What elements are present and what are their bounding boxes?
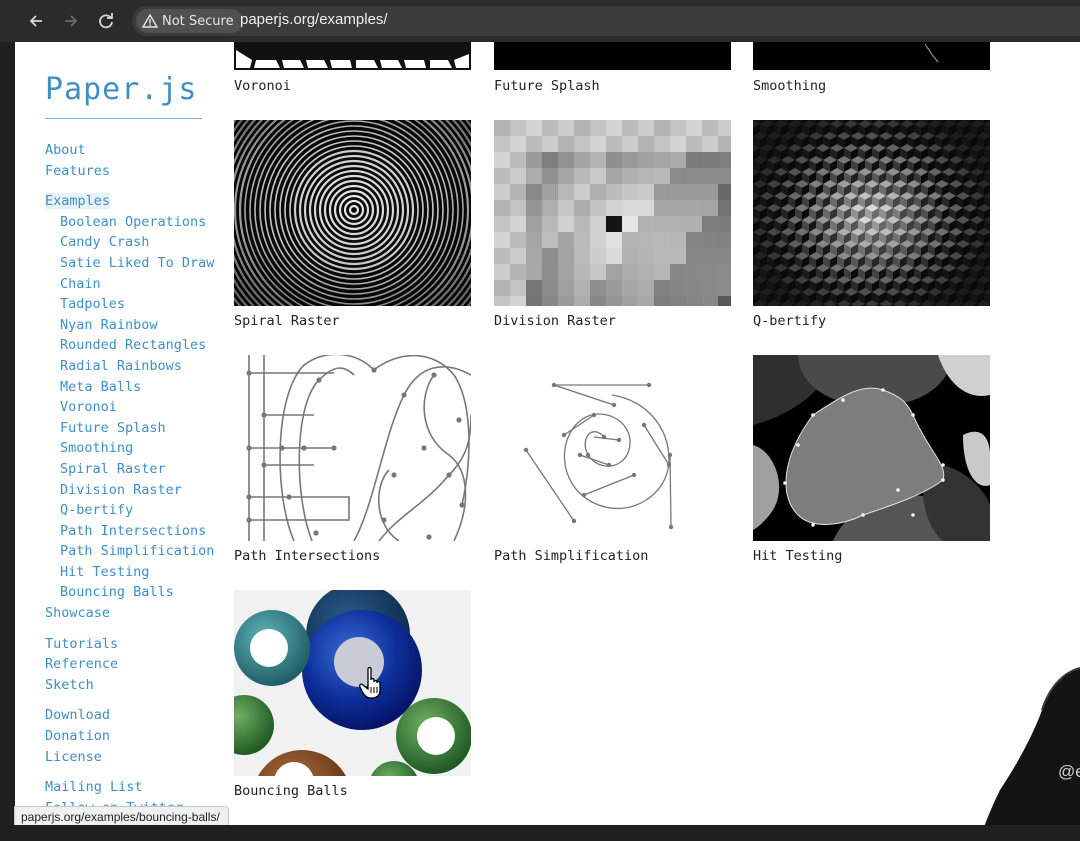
caption-q-bertify[interactable]: Q-bertify — [753, 313, 826, 329]
smoothing-thumbnail — [753, 42, 990, 70]
nav-about[interactable]: About — [45, 140, 235, 161]
example-tile-q-bertify[interactable] — [753, 120, 990, 306]
nav-sketch[interactable]: Sketch — [45, 675, 235, 696]
nav-tutorials[interactable]: Tutorials — [45, 634, 235, 655]
example-tile-path-simplification[interactable] — [494, 355, 731, 541]
nav-example-tadpoles[interactable]: Tadpoles — [45, 294, 235, 315]
nav-example-chain[interactable]: Chain — [45, 274, 235, 295]
nav-example-future-splash[interactable]: Future Splash — [45, 418, 235, 439]
nav-example-rounded-rectangles[interactable]: Rounded Rectangles — [45, 335, 235, 356]
nav-donation[interactable]: Donation — [45, 726, 235, 747]
bouncing-balls-thumbnail — [234, 590, 471, 776]
nav-example-candy-crash[interactable]: Candy Crash — [45, 232, 235, 253]
nav-example-spiral-raster[interactable]: Spiral Raster — [45, 459, 235, 480]
security-chip[interactable]: Not Secure — [136, 9, 243, 33]
window-bottom-edge — [0, 825, 1080, 837]
nav-example-voronoi[interactable]: Voronoi — [45, 397, 235, 418]
hit-testing-thumbnail — [753, 355, 990, 541]
nav-example-boolean-operations[interactable]: Boolean Operations — [45, 212, 235, 233]
nav-examples[interactable]: Examples — [45, 191, 235, 212]
reload-button[interactable] — [95, 10, 117, 32]
spiral-raster-thumbnail — [234, 120, 471, 306]
warning-icon — [142, 13, 158, 28]
nav-example-satie-liked-to-draw[interactable]: Satie Liked To Draw — [45, 253, 235, 274]
webcam-overlay: @e — [980, 650, 1080, 837]
example-tile-spiral-raster[interactable] — [234, 120, 471, 306]
nav-example-division-raster[interactable]: Division Raster — [45, 480, 235, 501]
example-tile-division-raster[interactable] — [494, 120, 731, 306]
arrow-right-icon — [65, 15, 78, 27]
example-tile-voronoi[interactable] — [234, 42, 471, 70]
example-tile-future-splash[interactable] — [494, 42, 731, 70]
site-logo[interactable]: Paper.js — [45, 72, 198, 107]
forward-button[interactable] — [60, 10, 82, 32]
nav-example-smoothing[interactable]: Smoothing — [45, 438, 235, 459]
caption-path-simplification[interactable]: Path Simplification — [494, 548, 648, 564]
nav-example-radial-rainbows[interactable]: Radial Rainbows — [45, 356, 235, 377]
nav-showcase[interactable]: Showcase — [45, 603, 235, 624]
arrow-left-icon — [29, 15, 42, 27]
nav-example-q-bertify[interactable]: Q-bertify — [45, 500, 235, 521]
security-label: Not Secure — [162, 13, 234, 29]
caption-voronoi[interactable]: Voronoi — [234, 78, 291, 94]
reload-icon — [99, 13, 113, 29]
url-text[interactable]: paperjs.org/examples/ — [240, 11, 388, 28]
example-tile-bouncing-balls[interactable] — [234, 590, 471, 776]
nav-example-path-simplification[interactable]: Path Simplification — [45, 541, 235, 562]
nav-example-meta-balls[interactable]: Meta Balls — [45, 377, 235, 398]
path-intersections-thumbnail — [234, 355, 471, 541]
path-simplification-thumbnail — [494, 355, 731, 541]
nav-license[interactable]: License — [45, 747, 235, 768]
back-button[interactable] — [25, 10, 47, 32]
nav-examples-label: Examples — [45, 193, 111, 210]
caption-path-intersections[interactable]: Path Intersections — [234, 548, 380, 564]
caption-future-splash[interactable]: Future Splash — [494, 78, 600, 94]
sidebar-nav: About Features Examples Boolean Operatio… — [45, 140, 235, 818]
nav-example-path-intersections[interactable]: Path Intersections — [45, 521, 235, 542]
web-page: Paper.js About Features Examples Boolean… — [15, 42, 1080, 825]
caption-spiral-raster[interactable]: Spiral Raster — [234, 313, 340, 329]
caption-bouncing-balls[interactable]: Bouncing Balls — [234, 783, 348, 799]
browser-toolbar: Not Secure paperjs.org/examples/ — [0, 0, 1080, 42]
webcam-shirt-text: @e — [1058, 762, 1080, 781]
nav-example-bouncing-balls[interactable]: Bouncing Balls — [45, 582, 235, 603]
division-raster-thumbnail — [494, 120, 731, 306]
nav-example-nyan-rainbow[interactable]: Nyan Rainbow — [45, 315, 235, 336]
caption-smoothing[interactable]: Smoothing — [753, 78, 826, 94]
caption-hit-testing[interactable]: Hit Testing — [753, 548, 842, 564]
nav-features[interactable]: Features — [45, 161, 235, 182]
future-splash-thumbnail — [494, 42, 731, 70]
nav-mailing-list[interactable]: Mailing List — [45, 777, 235, 798]
example-tile-smoothing[interactable] — [753, 42, 990, 70]
nav-reference[interactable]: Reference — [45, 654, 235, 675]
voronoi-thumbnail — [234, 42, 471, 70]
example-tile-hit-testing[interactable] — [753, 355, 990, 541]
nav-download[interactable]: Download — [45, 705, 235, 726]
example-tile-path-intersections[interactable] — [234, 355, 471, 541]
hand-cursor-icon — [359, 666, 381, 699]
q-bertify-thumbnail — [753, 120, 990, 306]
caption-division-raster[interactable]: Division Raster — [494, 313, 616, 329]
nav-example-hit-testing[interactable]: Hit Testing — [45, 562, 235, 583]
logo-divider — [45, 118, 202, 119]
